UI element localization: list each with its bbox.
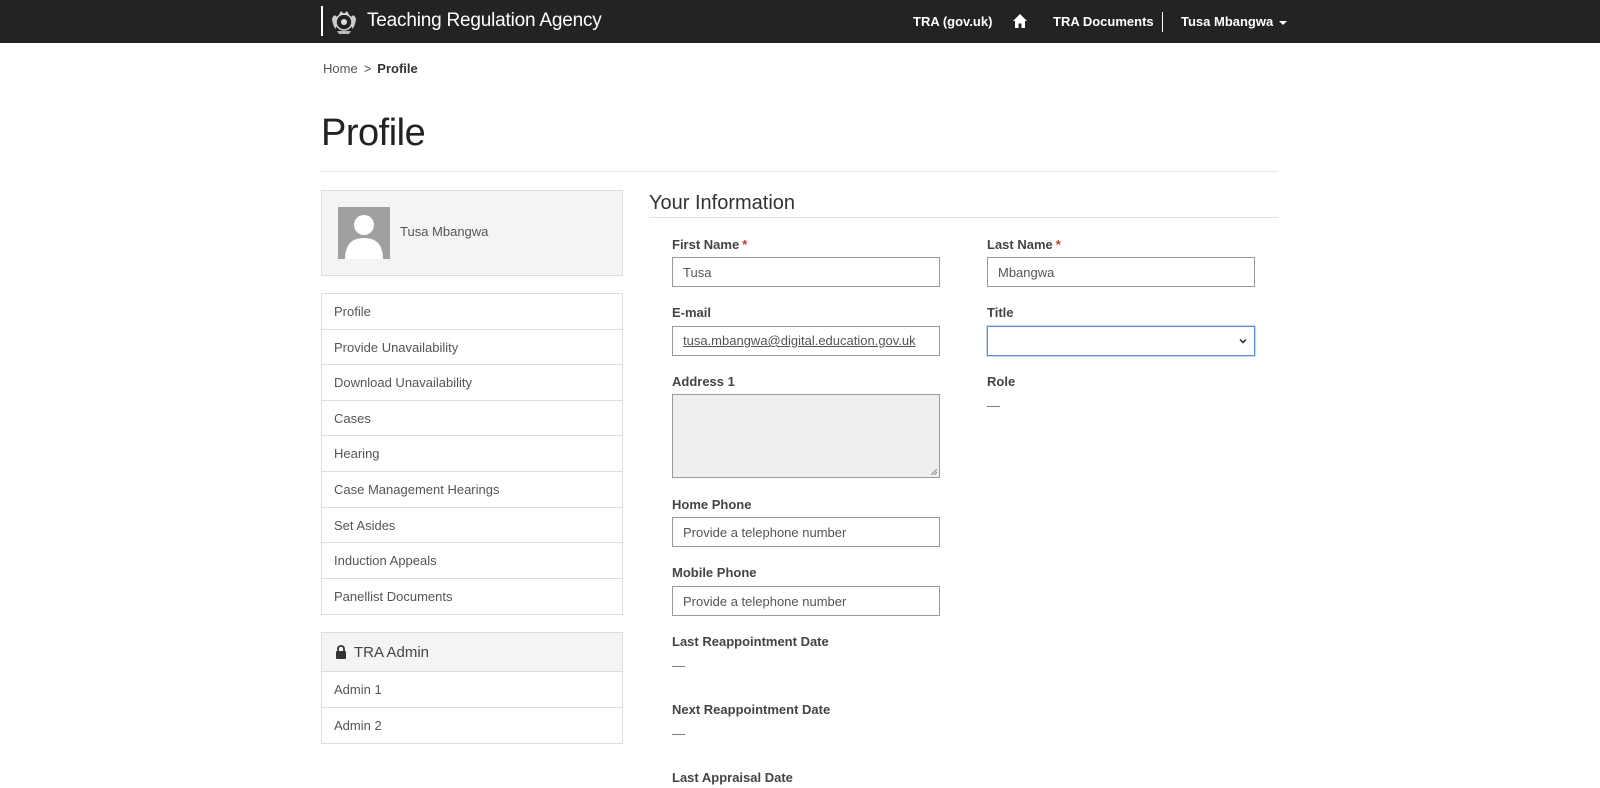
last-appraisal-label: Last Appraisal Date xyxy=(672,770,793,785)
sidebar-item-profile[interactable]: Profile xyxy=(322,294,622,330)
first-name-label: First Name * xyxy=(672,237,747,252)
user-menu-dropdown[interactable]: Tusa Mbangwa xyxy=(1181,0,1288,43)
last-reappointment-value: — xyxy=(672,658,685,673)
brand-title: Teaching Regulation Agency xyxy=(367,10,602,31)
admin-panel-header: TRA Admin xyxy=(322,633,622,672)
last-name-label-text: Last Name xyxy=(987,237,1053,252)
title-label: Title xyxy=(987,305,1014,320)
top-navbar: Teaching Regulation Agency TRA (gov.uk) … xyxy=(0,0,1600,43)
first-name-label-text: First Name xyxy=(672,237,740,252)
role-value: — xyxy=(987,398,1000,413)
title-divider xyxy=(321,171,1278,172)
last-reappointment-label: Last Reappointment Date xyxy=(672,634,829,649)
home-icon[interactable] xyxy=(1012,13,1028,29)
lock-icon xyxy=(336,645,346,659)
first-name-input[interactable] xyxy=(672,257,940,287)
address1-label: Address 1 xyxy=(672,374,735,389)
profile-name: Tusa Mbangwa xyxy=(400,224,489,239)
user-menu-label: Tusa Mbangwa xyxy=(1181,14,1274,29)
sidebar-menu: Profile Provide Unavailability Download … xyxy=(321,293,623,616)
sidebar-item-cases[interactable]: Cases xyxy=(322,401,622,437)
next-reappointment-label: Next Reappointment Date xyxy=(672,702,831,717)
address1-textarea[interactable] xyxy=(672,394,940,478)
home-phone-label: Home Phone xyxy=(672,497,752,512)
sidebar-item-download-unavailability[interactable]: Download Unavailability xyxy=(322,365,622,401)
chevron-down-icon xyxy=(1239,338,1247,344)
user-silhouette-icon xyxy=(345,215,383,259)
sidebar-item-panellist-documents[interactable]: Panellist Documents xyxy=(322,579,622,615)
breadcrumb: Home > Profile xyxy=(323,61,418,76)
email-label: E-mail xyxy=(672,305,712,320)
avatar xyxy=(338,207,390,259)
section-title: Your Information xyxy=(649,192,796,214)
last-name-input[interactable] xyxy=(987,257,1255,287)
sidebar-item-provide-unavailability[interactable]: Provide Unavailability xyxy=(322,330,622,366)
admin-panel-title: TRA Admin xyxy=(354,643,430,661)
required-marker: * xyxy=(742,237,748,252)
next-reappointment-value: — xyxy=(672,726,685,741)
resize-grip-icon[interactable] xyxy=(931,469,937,475)
brand-logo-link[interactable]: Teaching Regulation Agency xyxy=(321,6,602,36)
admin-item-2[interactable]: Admin 2 xyxy=(322,708,622,744)
breadcrumb-home-link[interactable]: Home xyxy=(323,61,358,76)
admin-panel: TRA Admin Admin 1 Admin 2 xyxy=(321,632,623,744)
page-title: Profile xyxy=(321,112,426,154)
breadcrumb-current: Profile xyxy=(377,61,418,76)
last-name-label: Last Name * xyxy=(987,237,1061,252)
section-divider xyxy=(649,217,1278,218)
nav-divider xyxy=(1162,12,1163,32)
mobile-phone-input[interactable] xyxy=(672,586,940,616)
sidebar-item-case-management-hearings[interactable]: Case Management Hearings xyxy=(322,472,622,508)
admin-item-1[interactable]: Admin 1 xyxy=(322,672,622,708)
sidebar-item-set-asides[interactable]: Set Asides xyxy=(322,508,622,544)
sidebar-item-hearing[interactable]: Hearing xyxy=(322,436,622,472)
mobile-phone-label: Mobile Phone xyxy=(672,565,757,580)
required-marker: * xyxy=(1055,237,1061,252)
email-field[interactable]: tusa.mbangwa@digital.education.gov.uk xyxy=(672,326,940,356)
royal-crest-icon xyxy=(332,11,356,34)
profile-card: Tusa Mbangwa xyxy=(321,190,623,276)
home-phone-input[interactable] xyxy=(672,517,940,547)
role-label: Role xyxy=(987,374,1016,389)
nav-tra-documents[interactable]: TRA Documents xyxy=(1053,0,1154,43)
breadcrumb-separator: > xyxy=(363,61,372,76)
sidebar-item-induction-appeals[interactable]: Induction Appeals xyxy=(322,543,622,579)
nav-gov-link[interactable]: TRA (gov.uk) xyxy=(913,0,992,43)
title-select[interactable] xyxy=(987,326,1255,356)
caret-down-icon xyxy=(1279,20,1288,25)
